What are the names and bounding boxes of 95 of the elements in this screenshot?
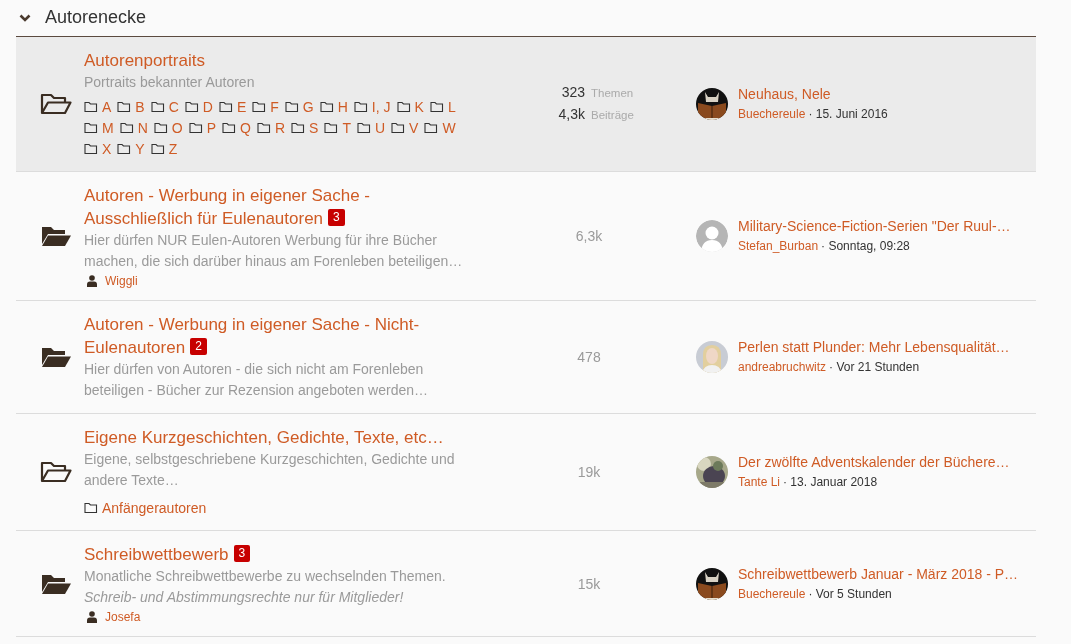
subforum-link[interactable]: X [102,140,112,157]
subforum-link[interactable]: C [168,98,179,115]
folder-icon [356,121,371,134]
folder-icon [119,121,134,134]
folder-icon [256,121,271,134]
user-icon [87,275,97,287]
folder-icon [150,142,165,155]
folder-icon [396,100,411,113]
forum-title[interactable]: Eigene Kurzgeschichten, Gedichte, Texte, etc… [84,426,464,449]
folder-icon [117,100,132,113]
forum-title[interactable]: Autorenportraits [84,49,464,72]
unread-count: 3 [233,545,251,562]
folder-icon [353,100,368,113]
subforum-link[interactable]: I, J [371,98,391,115]
forum-title[interactable]: Autoren - Werbung in eigener Sache - Ausschließlich für Eulenautoren 3 [84,184,464,230]
moderator-link[interactable]: Josefa [105,610,141,624]
message-count: 478 [577,349,602,365]
user-link[interactable]: Tante Li [738,475,781,489]
folder-icon [184,100,199,113]
section-title[interactable]: Autorenecke [45,7,147,28]
folder-icon [284,100,299,113]
folder-icon [391,121,406,134]
subforum-link[interactable]: A [102,98,112,115]
user-link[interactable]: Stefan_Burban [738,239,819,253]
post-date: · 13. Januar 2018 [783,475,878,489]
post-date: · 15. Juni 2016 [808,107,888,121]
post-date: · Vor 21 Stunden [829,360,920,374]
unread-count: 2 [190,338,207,355]
subforum-link[interactable]: R [274,119,286,136]
moderator-link[interactable]: Wiggli [105,274,138,288]
thread-link[interactable]: Der zwölfte Adventskalender der Büchere… [738,452,1010,472]
subforum-link[interactable]: U [374,119,386,136]
folder-icon [84,142,98,155]
subforum-link[interactable]: F [270,98,279,115]
user-link[interactable]: Buechereule [738,586,806,601]
subforum-link[interactable]: Z [168,140,178,157]
subforum-link[interactable]: H [337,98,348,115]
post-date: · Vor 5 Stunden [808,586,892,601]
folder-icon [188,121,203,134]
message-count: 15k [577,575,602,592]
thread-label: Themen [591,86,634,101]
forum-description: Monatliche Schreibwettbewerbe zu wechselnden Themen. [84,567,447,586]
forum-description: Portraits bekannter Autoren [84,73,256,92]
folder-icon [150,100,165,113]
folder-icon [84,501,98,514]
subforum-link[interactable]: V [409,119,419,136]
forum-title[interactable]: Schreibwettbewerb 3 [84,543,464,566]
subforum-link[interactable]: Y [135,140,145,157]
post-count: 4,3k [557,105,585,124]
subforum-link[interactable]: Q [240,119,251,136]
chevron-icon[interactable] [19,12,31,23]
user-link[interactable]: Buechereule [738,107,806,121]
thread-link[interactable]: Perlen statt Plunder: Mehr Lebensqualität… [738,337,1010,357]
subforum-link[interactable]: M [102,119,114,136]
subforum-link[interactable]: O [171,119,183,136]
forum-description: Hier dürfen NUR Eulen-Autoren Werbung für ihre Bücher machen, die sich darüber hinaus am Forenleben beteiligen… [84,231,464,271]
folder-icon [153,121,168,134]
folder-icon [252,100,267,113]
folder-icon [222,121,237,134]
folder-icon [117,142,132,155]
forum-note: Schreib- und Abstimmungsrechte nur für Mitglieder! [84,588,405,607]
message-count: 19k [577,464,602,480]
message-count: 6,3k [575,228,604,244]
forum-description: Eigene, selbstgeschriebene Kurzgeschichten, Gedichte und andere Texte… [84,450,456,490]
subforum-link[interactable]: Anfängerautoren [102,499,207,516]
folder-icon [84,121,98,134]
subforum-link[interactable]: W [442,119,456,136]
subforum-link[interactable]: G [302,98,314,115]
folder-icon [424,121,439,134]
user-icon [87,611,97,623]
post-label: Beiträge [591,108,634,123]
subforum-link[interactable]: N [137,119,148,136]
user-link[interactable]: andreabruchwitz [738,360,827,374]
folder-icon [218,100,233,113]
thread-link[interactable]: Military-Science-Fiction-Serien "Der Ruul-… [738,216,1011,236]
thread-link[interactable]: Schreibwettbewerb Januar - März 2018 - P… [738,563,1019,584]
subforum-link[interactable]: E [236,98,247,115]
folder-icon [84,100,98,113]
thread-count: 323 [560,83,585,102]
forum-description: Hier dürfen von Autoren - die sich nicht am Forenleben beteiligen - Bücher zur Rezension angeboten werden… [84,360,429,400]
subforum-link[interactable]: T [342,119,351,136]
forum-title[interactable]: Autoren - Werbung in eigener Sache - Nicht-Eulenautoren 2 [84,313,464,359]
post-date: · Sonntag, 09:28 [821,239,910,253]
unread-count: 3 [328,209,345,226]
subforum-link[interactable]: D [202,98,213,115]
subforum-link[interactable]: B [135,98,145,115]
folder-icon [291,121,306,134]
folder-icon [324,121,339,134]
subforum-link[interactable]: S [309,119,319,136]
subforum-link[interactable]: P [206,119,217,136]
folder-icon [319,100,334,113]
subforum-link[interactable]: L [447,98,456,115]
subforum-link[interactable]: K [414,98,424,115]
thread-link[interactable]: Neuhaus, Nele [738,84,888,104]
folder-icon [429,100,444,113]
